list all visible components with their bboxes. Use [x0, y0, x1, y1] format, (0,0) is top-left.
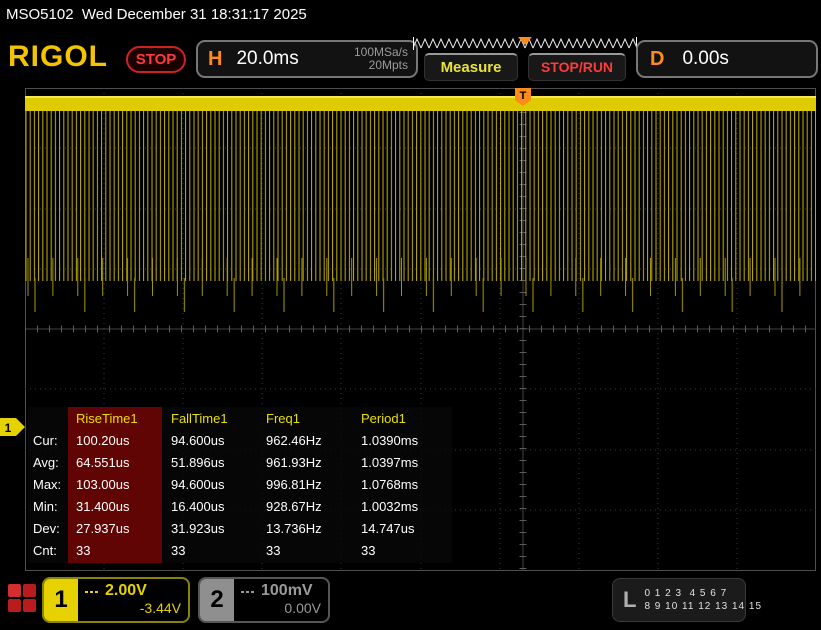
measure-value: 962.46Hz	[266, 433, 322, 448]
measure-value: 1.0768ms	[361, 477, 419, 492]
oscilloscope-screen: MSO5102 Wed December 31 18:31:17 2025 RI…	[0, 0, 821, 630]
measure-value: 33	[171, 543, 186, 558]
logic-label: L	[623, 587, 637, 612]
measure-col-freq: Freq1	[266, 411, 300, 426]
d-label: D	[650, 47, 665, 70]
measurement-row-dev: Dev: 27.937us 31.923us 13.736Hz 14.747us	[28, 518, 452, 539]
measurement-panel[interactable]: RiseTime1 FallTime1 Freq1 Period1 Cur: 1…	[28, 407, 452, 563]
measure-value: 1.0397ms	[361, 455, 419, 470]
memory-depth: 20Mpts	[368, 58, 408, 72]
measure-value: 31.400us	[76, 499, 130, 514]
logic-row-1: 0 1 2 3 4 5 6 7	[644, 588, 728, 599]
waveform-preview-strip[interactable]	[413, 37, 637, 50]
horizontal-timebase-control[interactable]: H 20.0ms 100MSa/s 20Mpts	[196, 40, 418, 78]
delay-control[interactable]: D 0.00s	[636, 40, 818, 78]
model-and-datetime: MSO5102 Wed December 31 18:31:17 2025	[6, 6, 307, 23]
channel1-number-tile: 1	[44, 579, 78, 621]
acquisition-rates: 100MSa/s 20Mpts	[354, 46, 408, 72]
grid-menu-tile	[23, 584, 36, 597]
measure-value: 27.937us	[76, 521, 130, 536]
measure-value: 100.20us	[76, 433, 130, 448]
measure-value: 13.736Hz	[266, 521, 322, 536]
delay-value: 0.00s	[682, 48, 729, 69]
measure-value: 94.600us	[171, 433, 225, 448]
measure-value: 33	[76, 543, 91, 558]
row-label: Avg:	[33, 455, 59, 470]
grid-menu-tile	[23, 599, 36, 612]
grid-menu-tile	[8, 584, 21, 597]
logic-row-2: 8 9 10 11 12 13 14 15	[644, 601, 763, 612]
channel2-offset: 0.00V	[284, 600, 321, 616]
row-label: Max:	[33, 477, 62, 492]
grid-menu-icon[interactable]	[8, 584, 38, 614]
row-label: Dev:	[33, 521, 60, 536]
trigger-flag-letter: T	[520, 90, 527, 102]
measure-value: 16.400us	[171, 499, 225, 514]
row-label: Cur:	[33, 433, 58, 448]
grid-menu-tile	[8, 599, 21, 612]
measure-value: 33	[361, 543, 376, 558]
title-bar: MSO5102 Wed December 31 18:31:17 2025	[0, 0, 821, 30]
measure-value: 31.923us	[171, 521, 225, 536]
channel1-offset: -3.44V	[139, 600, 181, 616]
measure-value: 1.0032ms	[361, 499, 419, 514]
channel1-marker-number: 1	[5, 421, 12, 435]
channel2-number-tile: 2	[200, 579, 234, 621]
row-label: Cnt:	[33, 543, 57, 558]
logic-channel-numbers: 0 1 2 3 4 5 6 7 8 9 10 11 12 13 14 15	[644, 587, 762, 613]
measure-value: 33	[266, 543, 281, 558]
measurement-row-cur: Cur: 100.20us 94.600us 962.46Hz 1.0390ms	[28, 430, 452, 451]
measure-button[interactable]: Measure	[424, 53, 518, 81]
row-label: Min:	[33, 499, 58, 514]
dc-coupling-icon	[241, 589, 255, 593]
channel1-scale: 2.00V	[105, 582, 147, 599]
measurement-header-row: RiseTime1 FallTime1 Freq1 Period1	[28, 408, 452, 429]
measure-value: 928.67Hz	[266, 499, 322, 514]
measurement-row-avg: Avg: 64.551us 51.896us 961.93Hz 1.0397ms	[28, 452, 452, 473]
logic-analyzer-button[interactable]: L 0 1 2 3 4 5 6 7 8 9 10 11 12 13 14 15	[612, 578, 761, 622]
channel2-info: 100mV 0.00V	[234, 579, 328, 621]
measurement-row-cnt: Cnt: 33 33 33 33	[28, 540, 452, 561]
trigger-flag-icon: T	[515, 88, 531, 106]
preview-zigzag	[413, 37, 637, 50]
stop-run-button[interactable]: STOP/RUN	[528, 53, 626, 81]
channel2-scale: 100mV	[261, 582, 313, 599]
measure-col-period: Period1	[361, 411, 406, 426]
channel1-marker-icon: 1	[0, 418, 25, 436]
measure-col-risetime: RiseTime1	[76, 411, 138, 426]
measurement-row-min: Min: 31.400us 16.400us 928.67Hz 1.0032ms	[28, 496, 452, 517]
measure-value: 1.0390ms	[361, 433, 419, 448]
rigol-logo: RIGOL	[8, 40, 108, 73]
measure-value: 996.81Hz	[266, 477, 322, 492]
channel1-info: 2.00V -3.44V	[78, 579, 188, 621]
channel2-button[interactable]: 2 100mV 0.00V	[198, 577, 330, 623]
measure-col-falltime: FallTime1	[171, 411, 228, 426]
h-label: H	[208, 47, 223, 70]
measurement-row-max: Max: 103.00us 94.600us 996.81Hz 1.0768ms	[28, 474, 452, 495]
channel1-button[interactable]: 1 2.00V -3.44V	[42, 577, 190, 623]
measure-value: 51.896us	[171, 455, 225, 470]
measure-value: 961.93Hz	[266, 455, 322, 470]
measure-value: 94.600us	[171, 477, 225, 492]
timebase-value: 20.0ms	[236, 48, 299, 69]
measure-value: 64.551us	[76, 455, 130, 470]
acquisition-status-badge: STOP	[126, 46, 186, 73]
measure-value: 14.747us	[361, 521, 415, 536]
trigger-position-flag[interactable]: T	[515, 88, 531, 111]
channel1-position-marker[interactable]: 1	[0, 418, 26, 442]
measure-value: 103.00us	[76, 477, 130, 492]
dc-coupling-icon	[85, 589, 99, 593]
sample-rate: 100MSa/s	[353, 45, 408, 59]
